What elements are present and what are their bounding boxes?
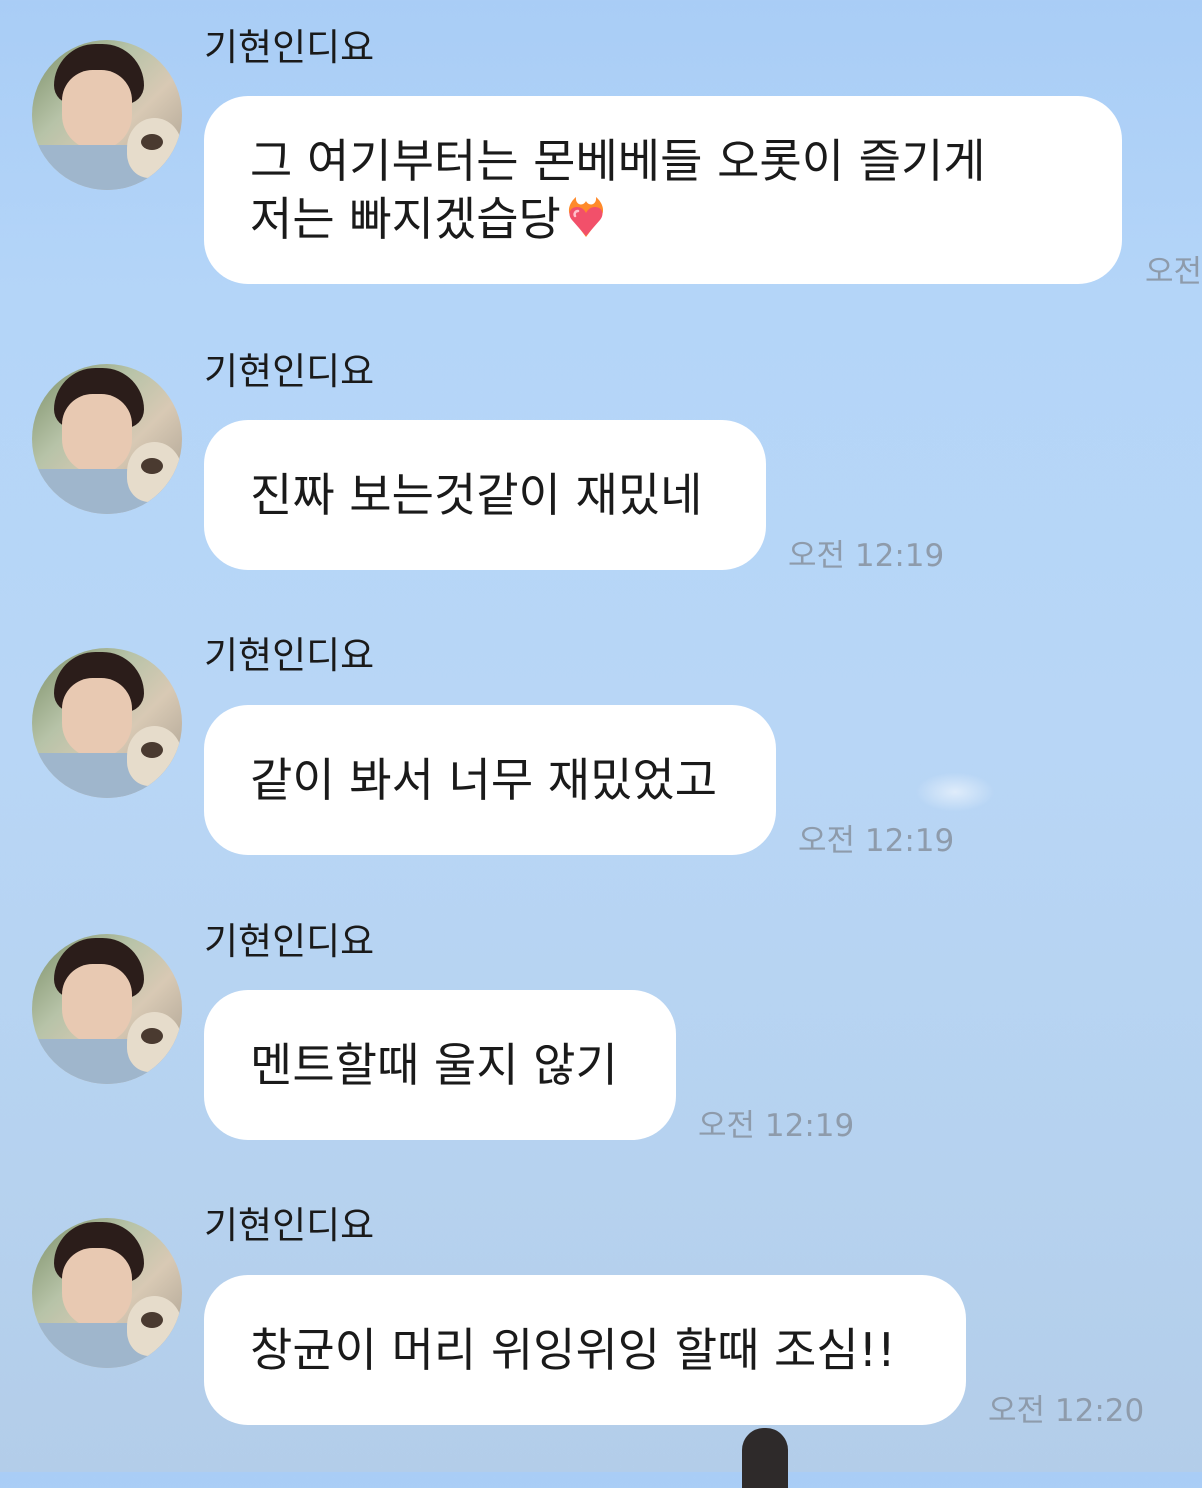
- heart-on-fire-icon: [568, 197, 603, 237]
- sender-name: 기현인디요: [204, 920, 375, 963]
- avatar[interactable]: [32, 648, 182, 798]
- avatar[interactable]: [32, 1218, 182, 1368]
- message-text-line: 진짜 보는것같이 재밌네: [250, 468, 703, 522]
- message-timestamp: 오전 12:19: [798, 823, 955, 859]
- sender-name: 기현인디요: [204, 634, 375, 677]
- message-text-line: 저는 빠지겠습당: [250, 190, 1076, 248]
- avatar[interactable]: [32, 40, 182, 190]
- sender-name: 기현인디요: [204, 350, 375, 393]
- message-timestamp: 오전 12:19: [698, 1108, 855, 1144]
- message-timestamp: 오전: [1145, 254, 1202, 290]
- avatar[interactable]: [32, 364, 182, 514]
- background-person-silhouette: [742, 1428, 788, 1488]
- message-timestamp: 오전 12:19: [788, 538, 945, 574]
- message-bubble[interactable]: 창균이 머리 위잉위잉 할때 조심!!: [204, 1275, 966, 1425]
- message-bubble[interactable]: 진짜 보는것같이 재밌네: [204, 420, 766, 570]
- background-cloud: [915, 772, 995, 812]
- message-bubble[interactable]: 그 여기부터는 몬베베들 오롯이 즐기게 저는 빠지겠습당: [204, 96, 1122, 284]
- sender-name: 기현인디요: [204, 1204, 375, 1247]
- message-text-line: 멘트할때 울지 않기: [250, 1038, 618, 1092]
- message-text-line: 그 여기부터는 몬베베들 오롯이 즐기게: [250, 134, 986, 188]
- message-bubble[interactable]: 멘트할때 울지 않기: [204, 990, 676, 1140]
- message-text-line: 창균이 머리 위잉위잉 할때 조심!!: [250, 1323, 896, 1377]
- message-timestamp: 오전 12:20: [988, 1393, 1145, 1429]
- sender-name: 기현인디요: [204, 26, 375, 69]
- avatar[interactable]: [32, 934, 182, 1084]
- message-text-line: 같이 봐서 너무 재밌었고: [250, 753, 718, 807]
- message-bubble[interactable]: 같이 봐서 너무 재밌었고: [204, 705, 776, 855]
